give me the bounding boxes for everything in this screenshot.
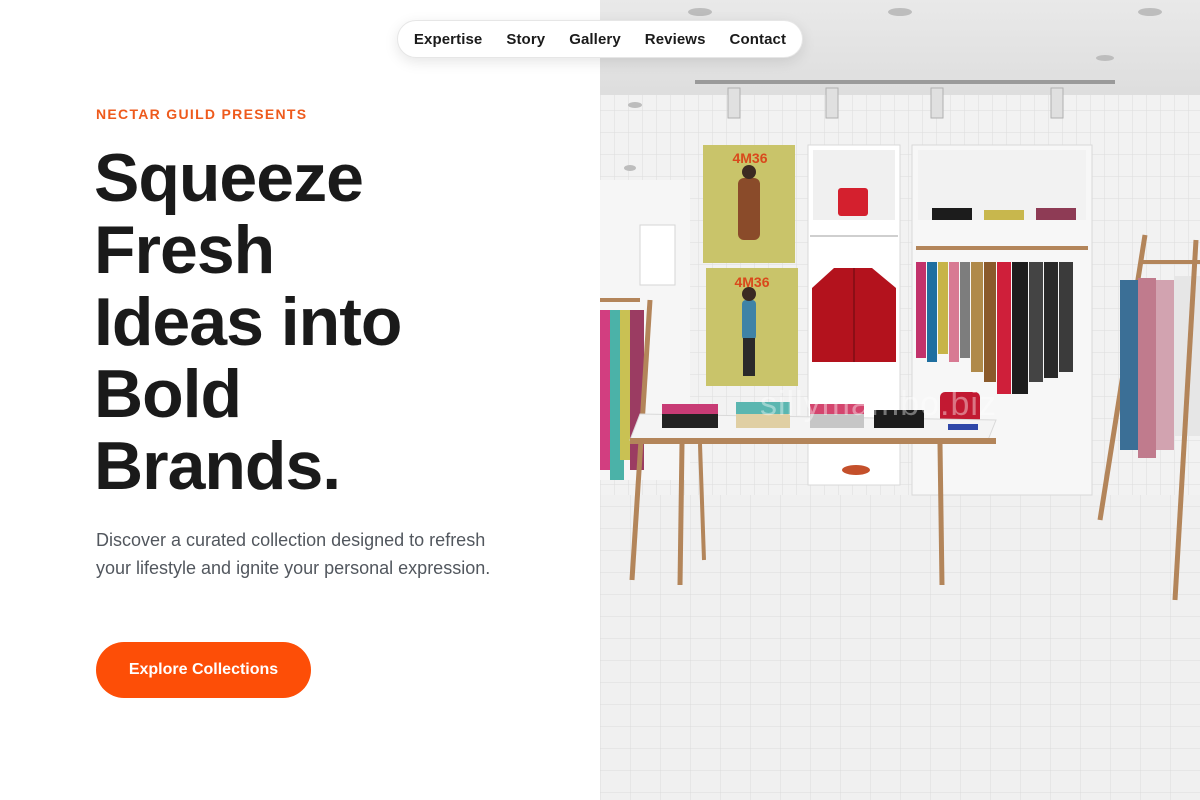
hero-headline: Squeeze Fresh Ideas into Bold Brands. (94, 142, 534, 502)
hero-panel: NECTAR GUILD PRESENTS Squeeze Fresh Idea… (0, 0, 600, 800)
explore-collections-button[interactable]: Explore Collections (96, 642, 311, 698)
top-nav: Expertise Story Gallery Reviews Contact (397, 20, 803, 58)
headline-line: Brands. (94, 428, 341, 504)
headline-line: Ideas into (94, 284, 402, 360)
hero-eyebrow: NECTAR GUILD PRESENTS (96, 106, 308, 122)
nav-item-contact[interactable]: Contact (730, 31, 787, 48)
headline-line: Squeeze (94, 140, 364, 216)
nav-item-expertise[interactable]: Expertise (414, 31, 482, 48)
poster-label: 4M36 (734, 274, 769, 290)
headline-line: Bold (94, 356, 242, 432)
watermark: sillymambo.biz (760, 385, 997, 423)
nav-item-story[interactable]: Story (506, 31, 545, 48)
poster-label: 4M36 (732, 150, 767, 166)
headline-line: Fresh (94, 212, 275, 288)
hero-description: Discover a curated collection designed t… (96, 530, 491, 578)
nav-item-reviews[interactable]: Reviews (645, 31, 706, 48)
nav-item-gallery[interactable]: Gallery (569, 31, 621, 48)
store-photo: 4M36 4M36 sillymambo.biz (600, 0, 1200, 800)
store-interior-illustration: 4M36 4M36 sillymambo.biz (600, 0, 1200, 800)
